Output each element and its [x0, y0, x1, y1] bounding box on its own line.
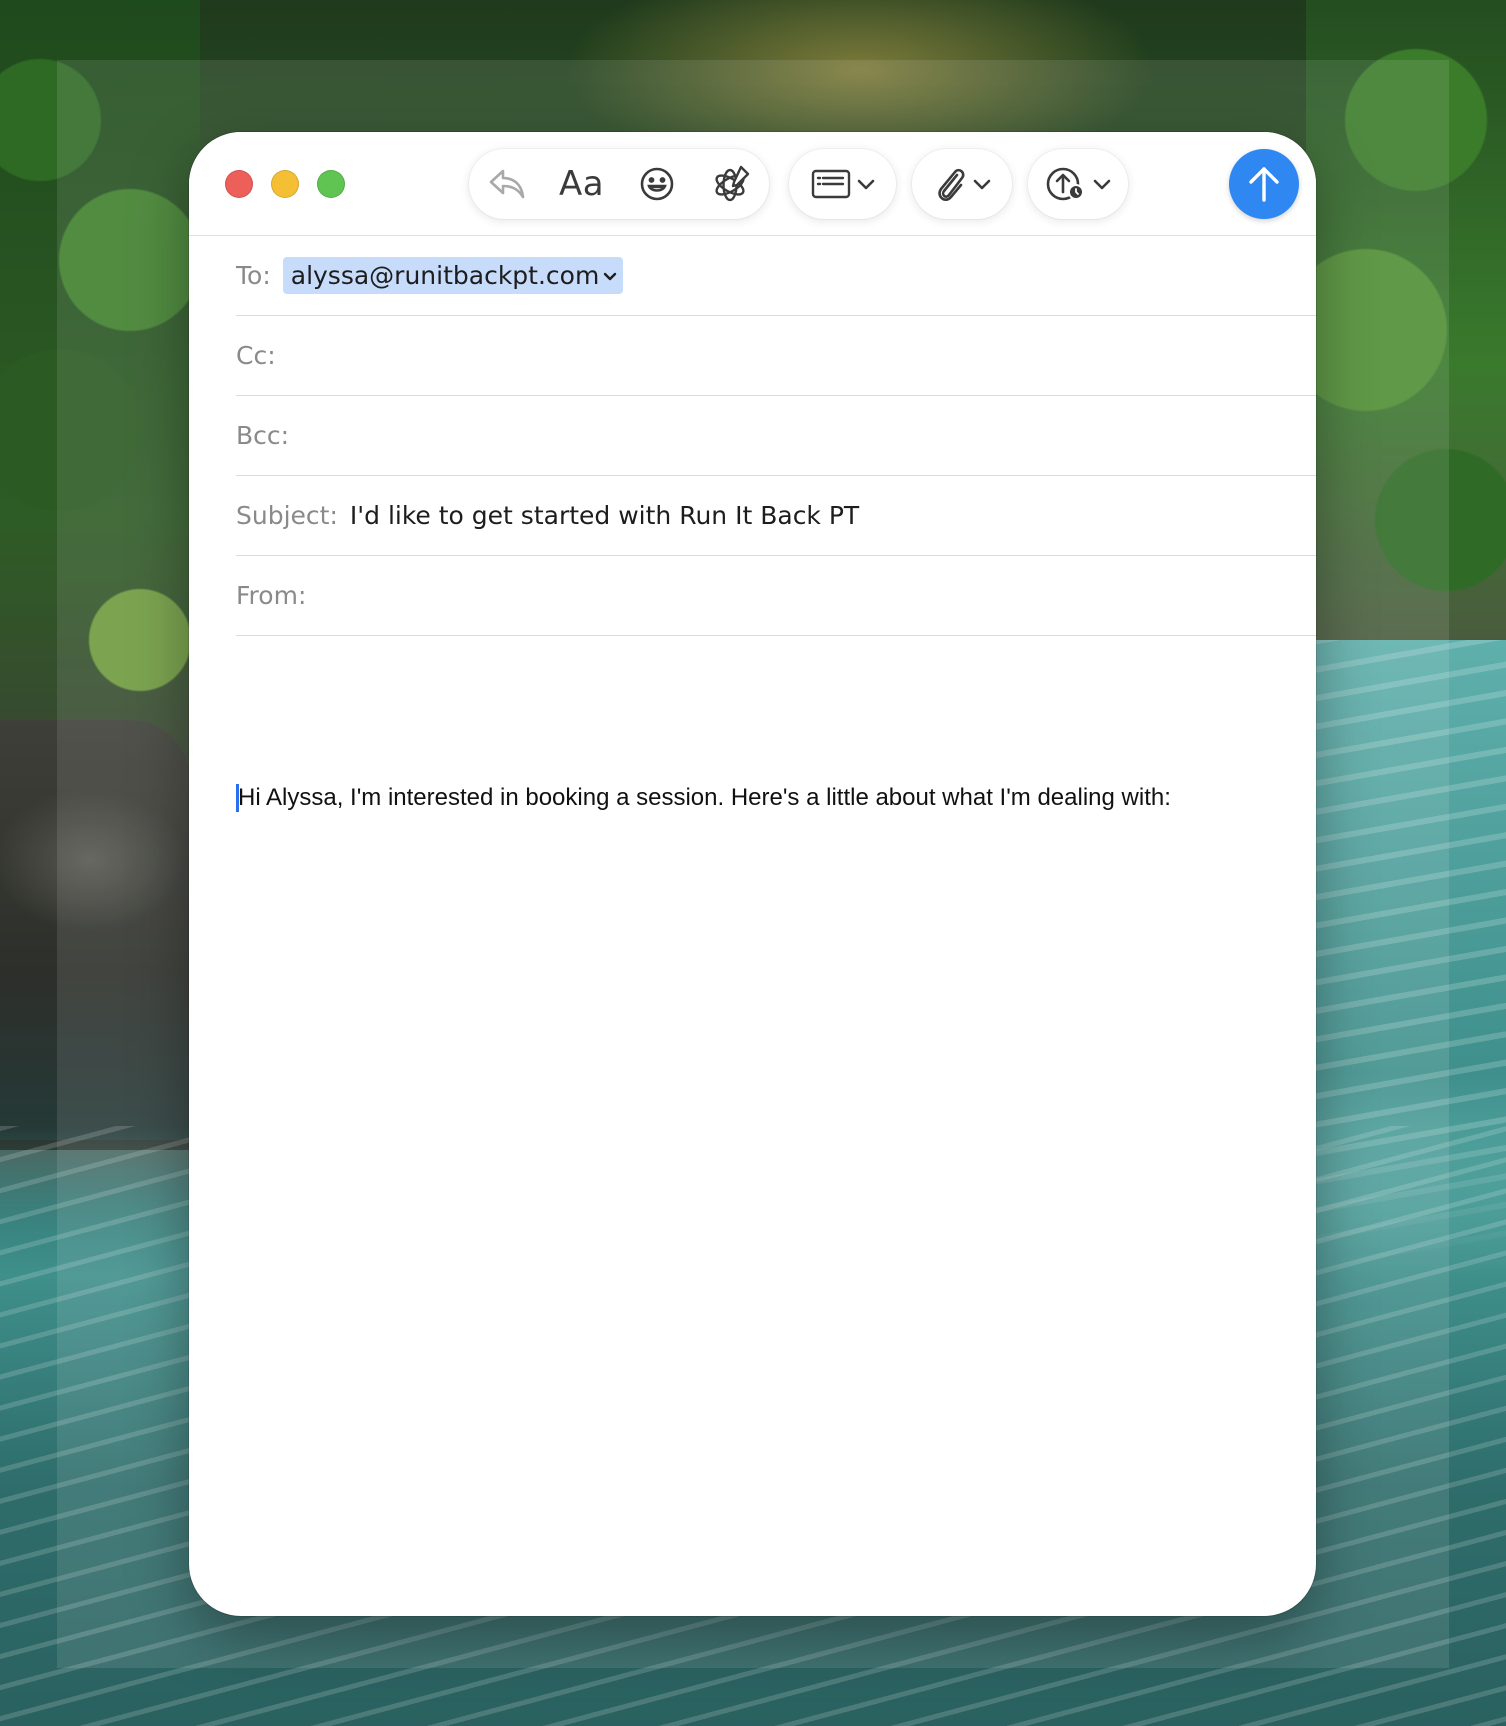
zoom-button[interactable] [317, 170, 345, 198]
to-label: To: [236, 261, 271, 290]
font-format-button[interactable]: Aa [544, 149, 619, 219]
subject-field-row[interactable]: Subject: I'd like to get started with Ru… [236, 476, 1316, 556]
header-fields: To: alyssa@runitbackpt.com Cc: Bcc: Subj… [236, 236, 1316, 636]
from-label: From: [236, 581, 307, 610]
chevron-down-icon [1093, 179, 1111, 190]
from-field-row[interactable]: From: [236, 556, 1316, 636]
send-button[interactable] [1229, 149, 1299, 219]
upload-photo-icon [1046, 167, 1084, 201]
reply-button[interactable] [469, 149, 544, 219]
recipient-address: alyssa@runitbackpt.com [290, 261, 600, 290]
cc-field-row[interactable]: Cc: [236, 316, 1316, 396]
writing-tools-button[interactable] [694, 149, 769, 219]
bcc-field-row[interactable]: Bcc: [236, 396, 1316, 476]
text-caret [236, 784, 239, 812]
message-body-paragraph: Hi Alyssa, I'm interested in booking a s… [236, 782, 1276, 814]
wallpaper-rock [0, 720, 190, 1140]
header-fields-tool-group [789, 149, 896, 219]
attach-tool-group [912, 149, 1012, 219]
emoji-button[interactable] [619, 149, 694, 219]
wallpaper-forest-right [1306, 0, 1506, 660]
send-arrow-up-icon [1249, 167, 1279, 202]
to-field-row[interactable]: To: alyssa@runitbackpt.com [236, 236, 1316, 316]
close-button[interactable] [225, 170, 253, 198]
recipient-token[interactable]: alyssa@runitbackpt.com [282, 257, 624, 294]
message-body-editor[interactable]: Hi Alyssa, I'm interested in booking a s… [236, 782, 1276, 1556]
font-format-label: Aa [558, 164, 605, 204]
emoji-face-icon [640, 167, 673, 201]
chevron-down-icon [973, 179, 991, 190]
format-tool-group: Aa [469, 149, 769, 219]
compose-toolbar: Aa [189, 132, 1316, 236]
header-fields-icon [811, 169, 850, 199]
chevron-down-icon [857, 179, 874, 190]
reply-arrow-icon [489, 169, 524, 199]
bcc-label: Bcc: [236, 421, 290, 450]
message-body-text: Hi Alyssa, I'm interested in booking a s… [238, 784, 1171, 811]
photo-browser-button[interactable] [1028, 149, 1128, 219]
subject-input[interactable]: I'd like to get started with Run It Back… [350, 501, 1316, 530]
chevron-down-icon [604, 272, 617, 280]
paperclip-icon [938, 168, 965, 201]
attach-button[interactable] [912, 149, 1012, 219]
subject-label: Subject: [236, 501, 338, 530]
compose-window: Aa To: alyssa@runitbackpt.com Cc: Bcc: S… [189, 132, 1316, 1616]
minimize-button[interactable] [271, 170, 299, 198]
cc-label: Cc: [236, 341, 276, 370]
photo-tool-group [1028, 149, 1128, 219]
header-fields-button[interactable] [789, 149, 896, 219]
writing-tools-icon [714, 165, 749, 202]
